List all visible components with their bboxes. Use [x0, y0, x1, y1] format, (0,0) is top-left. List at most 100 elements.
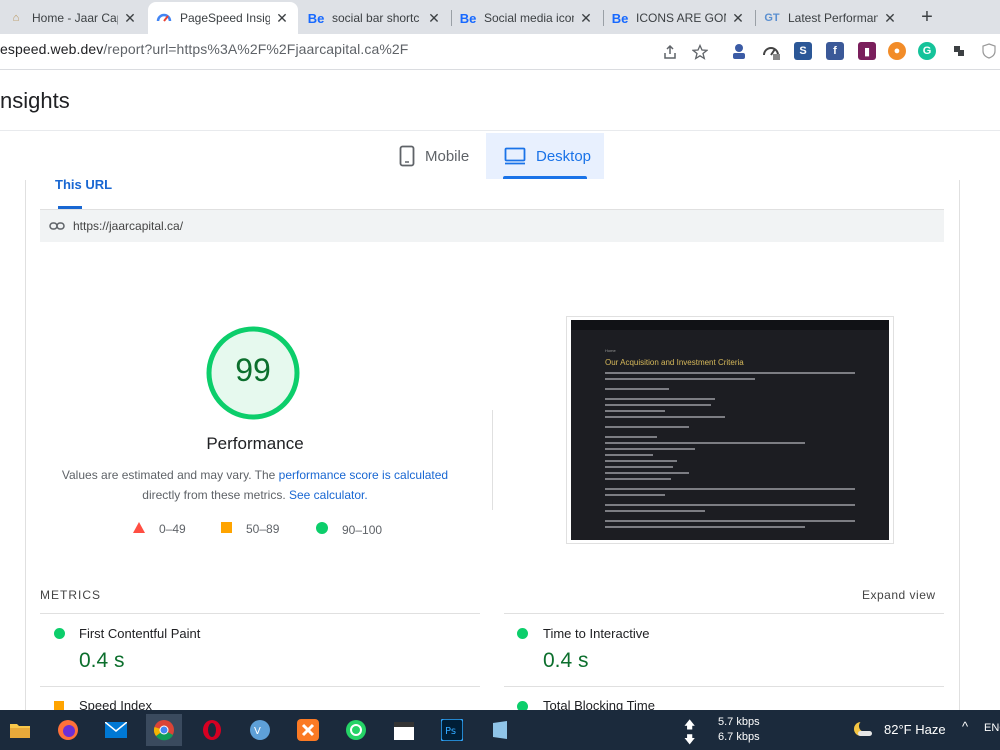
tab-title: ICONS ARE GONE	[636, 11, 726, 25]
close-icon[interactable]: ✕	[274, 10, 290, 27]
red-triangle-icon	[133, 522, 145, 536]
new-tab-button[interactable]: +	[914, 4, 940, 30]
language-indicator[interactable]: ENG	[984, 722, 1000, 734]
thumb-text-line	[605, 398, 715, 400]
close-icon[interactable]: ✕	[578, 10, 594, 27]
thumb-text-line	[605, 416, 725, 418]
tab-gtmetrix[interactable]: GT Latest Performan ✕	[756, 2, 906, 34]
see-calculator-link[interactable]: See calculator.	[289, 488, 368, 502]
svg-text:Ps: Ps	[445, 726, 456, 737]
behance-favicon-icon: Be	[611, 10, 629, 26]
tab-this-url[interactable]: This URL	[55, 177, 112, 192]
url-host: espeed.web.dev	[0, 41, 104, 57]
firefox-icon[interactable]	[50, 714, 86, 746]
tab-home-jaar-capital[interactable]: ⌂ Home - Jaar Capi ✕	[0, 2, 146, 34]
page-title: nsights	[0, 88, 70, 113]
metric-tti-label: Time to Interactive	[543, 626, 650, 641]
extension-puzzle-icon[interactable]	[950, 42, 968, 60]
photoshop-icon[interactable]: Ps	[434, 714, 470, 746]
thumb-text-line	[605, 410, 665, 412]
thumb-heading: Our Acquisition and Investment Criteria	[605, 358, 744, 367]
legend-good-label: 90–100	[342, 522, 383, 537]
calendar-app-icon[interactable]	[386, 714, 422, 746]
metric-divider	[40, 686, 480, 687]
notes-app-icon[interactable]	[482, 714, 518, 746]
expand-view-button[interactable]: Expand view	[862, 588, 936, 602]
extension-badge-icon[interactable]: ●	[888, 42, 906, 60]
performance-score-link[interactable]: performance score is calculated	[279, 468, 448, 482]
extension-s-icon[interactable]: S	[794, 42, 812, 60]
orange-square-icon	[221, 522, 232, 536]
metrics-heading: METRICS	[40, 588, 101, 602]
score-note: Values are estimated and may vary. The p…	[45, 465, 465, 505]
tab-desktop-label: Desktop	[536, 147, 592, 165]
legend-good: 90–100	[316, 522, 382, 537]
weather-moon-icon[interactable]	[852, 720, 874, 743]
thumb-text-line	[605, 488, 855, 490]
address-bar[interactable]: espeed.web.dev/report?url=https%3A%2F%2F…	[0, 41, 408, 57]
metric-divider	[504, 686, 944, 687]
thumb-text-line	[605, 448, 695, 450]
tab-behance-icons-gone[interactable]: Be ICONS ARE GONE ✕	[604, 2, 754, 34]
extension-user-icon[interactable]	[730, 42, 748, 60]
extension-tile-icon[interactable]: ▮	[858, 42, 876, 60]
close-icon[interactable]: ✕	[122, 10, 138, 27]
tab-behance-social-media[interactable]: Be Social media icon ✕	[452, 2, 602, 34]
thumb-text-line	[605, 372, 855, 374]
tab-mobile[interactable]: Mobile	[392, 133, 486, 179]
behance-favicon-icon: Be	[307, 10, 325, 26]
green-circle-icon	[316, 522, 328, 537]
vpn-icon[interactable]: V	[242, 714, 278, 746]
thumb-text-line	[605, 466, 673, 468]
pagespeed-favicon-icon	[156, 10, 172, 26]
tab-pagespeed-insights[interactable]: PageSpeed Insigh ✕	[148, 2, 298, 34]
tab-title: PageSpeed Insigh	[180, 11, 270, 25]
thumb-text-line	[605, 520, 855, 522]
thumb-navbar	[571, 320, 889, 330]
legend-average-label: 50–89	[246, 522, 280, 536]
chrome-icon[interactable]	[146, 714, 182, 746]
good-indicator-icon	[517, 628, 528, 639]
mail-icon[interactable]	[98, 714, 134, 746]
tab-active-indicator	[503, 176, 587, 179]
thumb-text-line	[605, 504, 855, 506]
tab-desktop[interactable]: Desktop	[486, 133, 604, 179]
thumb-text-line	[605, 436, 657, 438]
bookmark-star-icon[interactable]	[690, 42, 710, 62]
weather-text[interactable]: 82°F Haze	[884, 722, 946, 737]
tray-chevron-icon[interactable]: ^	[962, 719, 968, 734]
performance-score: 99	[235, 352, 271, 388]
share-icon[interactable]	[660, 42, 680, 62]
legend-poor-label: 0–49	[159, 522, 186, 536]
behance-favicon-icon: Be	[459, 10, 477, 26]
tab-title: Latest Performan	[788, 11, 878, 25]
close-icon[interactable]: ✕	[882, 10, 898, 27]
tab-title: Home - Jaar Capi	[32, 11, 118, 25]
net-upload-speed: 5.7 kbps	[718, 716, 760, 728]
file-explorer-icon[interactable]	[2, 714, 38, 746]
thumb-text-line	[605, 404, 711, 406]
thumb-text-line	[605, 472, 689, 474]
net-download-speed: 6.7 kbps	[718, 731, 760, 743]
tab-behance-social-bar[interactable]: Be social bar shortc ✕	[300, 2, 450, 34]
xampp-icon[interactable]	[290, 714, 326, 746]
facebook-icon[interactable]: f	[826, 42, 844, 60]
thumb-text-line	[605, 460, 677, 462]
thumb-text-line	[605, 442, 805, 444]
grammarly-icon[interactable]: G	[918, 42, 936, 60]
thumb-text-line	[605, 378, 755, 380]
close-icon[interactable]: ✕	[730, 10, 746, 27]
profile-shield-icon[interactable]	[980, 42, 998, 60]
note-mid: directly from these metrics.	[142, 488, 289, 502]
close-icon[interactable]: ✕	[426, 10, 442, 27]
desktop-icon	[504, 147, 526, 165]
tab-mobile-label: Mobile	[425, 147, 470, 165]
opera-icon[interactable]	[194, 714, 230, 746]
metric-fcp-value: 0.4 s	[79, 649, 125, 672]
psi-header: nsights	[0, 71, 1000, 131]
extension-gauge-icon[interactable]	[762, 42, 780, 60]
whatsapp-icon[interactable]	[338, 714, 374, 746]
tested-url: https://jaarcapital.ca/	[73, 219, 184, 233]
thumb-text-line	[605, 388, 669, 390]
thumb-text-line	[605, 510, 705, 512]
